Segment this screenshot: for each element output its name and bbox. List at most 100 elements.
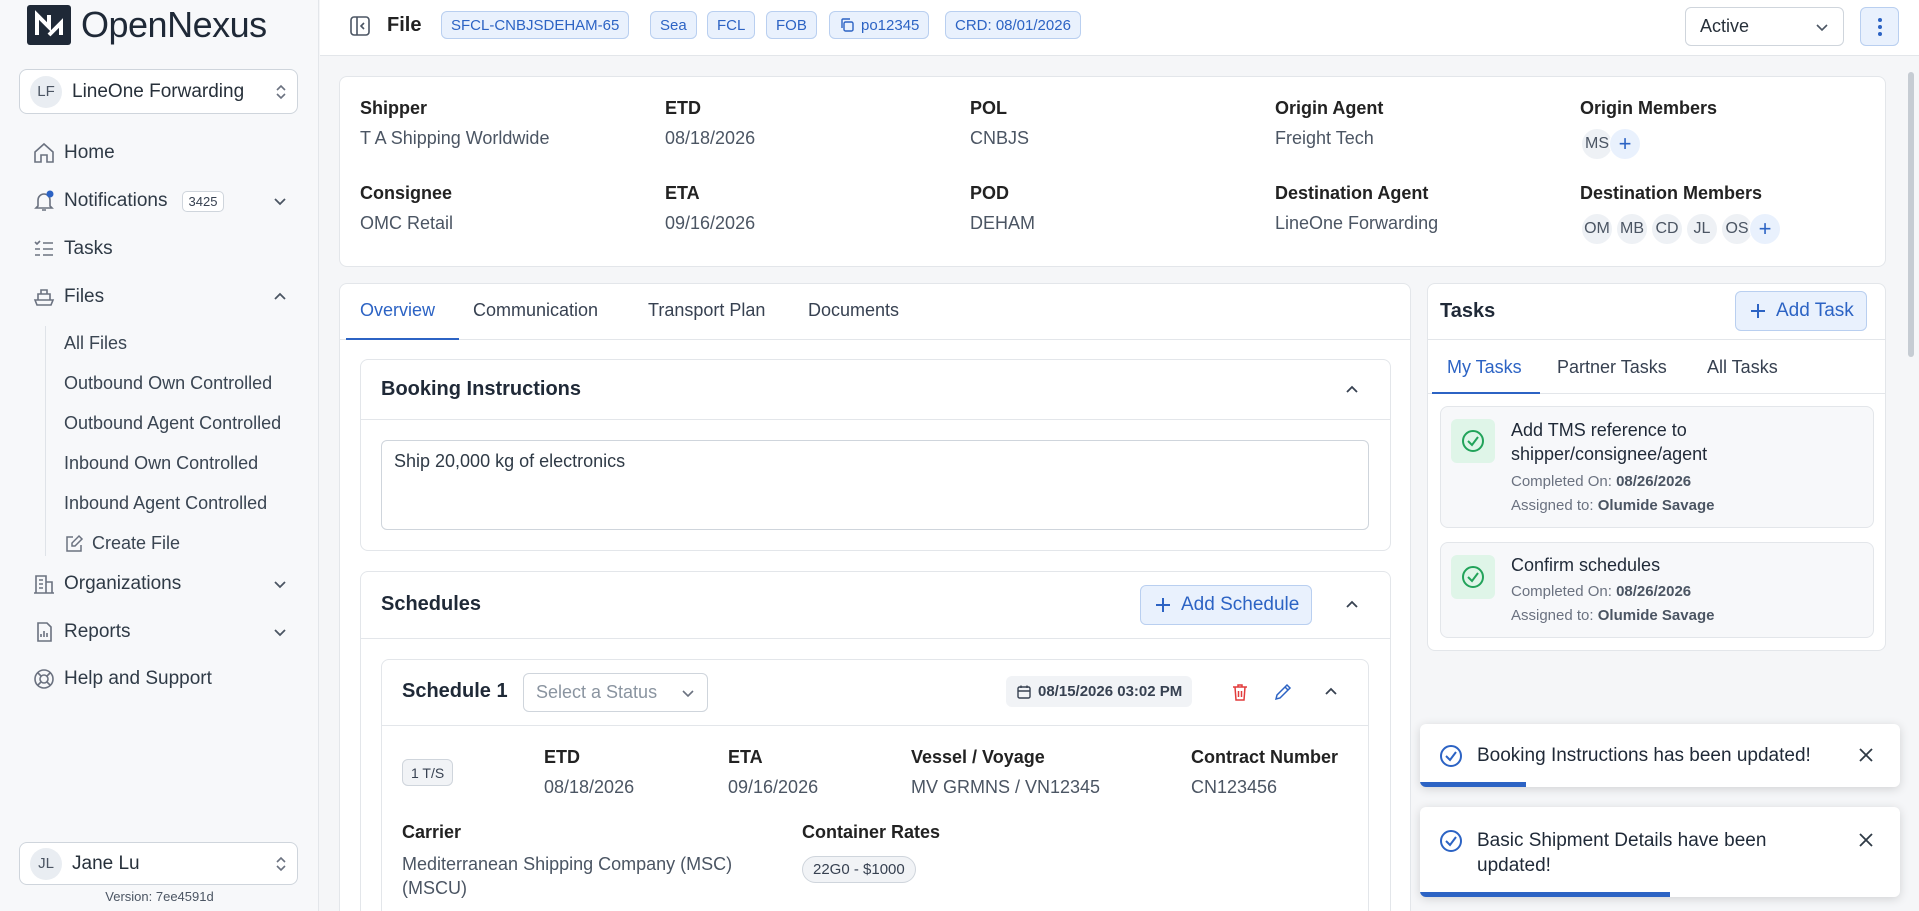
user-avatar: JL [30,847,62,880]
kebab-icon [1877,17,1882,36]
divider [1428,339,1885,340]
member-avatar[interactable]: JL [1686,213,1718,245]
nexus-logo-icon [27,5,71,45]
sidebar-item-notifications[interactable]: Notifications 3425 [32,186,288,216]
sidebar-item-home[interactable]: Home [32,138,288,168]
divider [382,725,1368,726]
schedule-etd-value: 08/18/2026 [544,777,635,797]
collapse-sidebar-icon[interactable] [348,14,372,38]
tab-communication[interactable]: Communication [473,300,598,321]
sidebar-subitem-outbound-own[interactable]: Outbound Own Controlled [64,373,294,394]
tab-partner-tasks[interactable]: Partner Tasks [1557,357,1667,378]
tab-all-tasks[interactable]: All Tasks [1707,357,1778,378]
report-icon [32,620,56,644]
active-tab-indicator [1432,392,1540,394]
page-title: File [387,14,422,36]
add-schedule-label: Add Schedule [1181,594,1300,615]
sidebar-item-label: Notifications [64,190,168,211]
task-item[interactable]: Add TMS reference to shipper/consignee/a… [1440,406,1874,528]
sidebar-item-organizations[interactable]: Organizations [32,569,288,599]
task-item[interactable]: Confirm schedules Completed On: 08/26/20… [1440,542,1874,638]
sidebar-item-label: Reports [64,621,131,642]
consignee-value: OMC Retail [360,213,454,233]
plus-icon [1751,304,1765,318]
toast-message: Booking Instructions has been updated! [1477,745,1811,766]
add-destination-member-button[interactable]: + [1749,213,1781,245]
shipper-value: T A Shipping Worldwide [360,128,550,148]
building-icon [32,572,56,596]
add-origin-member-button[interactable]: + [1609,128,1641,160]
task-assigned-to: Assigned to: Olumide Savage [1511,607,1714,624]
schedule-status-placeholder: Select a Status [536,682,658,702]
assigned-label: Assigned to: [1511,497,1594,514]
completed-date: 08/26/2026 [1616,583,1692,600]
tab-overview[interactable]: Overview [360,300,435,321]
container-rates-label: Container Rates [802,822,941,842]
sidebar-item-reports[interactable]: Reports [32,617,288,647]
sidebar-item-tasks[interactable]: Tasks [32,234,288,264]
checklist-icon [32,237,56,261]
tab-my-tasks[interactable]: My Tasks [1447,357,1522,378]
subnav-divider [45,326,46,556]
tab-transport-plan[interactable]: Transport Plan [648,300,765,321]
etd-value: 08/18/2026 [665,128,756,148]
completed-label: Completed On: [1511,473,1612,490]
sidebar-subitem-inbound-agent[interactable]: Inbound Agent Controlled [64,493,294,514]
file-status-value: Active [1700,16,1750,36]
file-id-tag: SFCL-CNBJSDEHAM-65 [441,11,630,39]
lifebuoy-icon [32,667,56,691]
incoterm-tag: FOB [766,11,817,39]
app-logo[interactable]: OpenNexus [27,4,267,46]
edit-schedule-button[interactable] [1273,682,1293,702]
collapse-booking-button[interactable] [1343,381,1361,399]
sidebar-subitem-inbound-own[interactable]: Inbound Own Controlled [64,453,294,474]
tabs-divider [340,339,1410,340]
pol-label: POL [970,98,1008,118]
org-avatar: LF [30,75,62,108]
member-avatar[interactable]: CD [1651,213,1683,245]
completed-label: Completed On: [1511,583,1612,600]
sidebar-subitem-create-file[interactable]: Create File [64,533,294,554]
schedule-datetime: 08/15/2026 03:02 PM [1006,676,1193,707]
file-status-select[interactable]: Active [1685,7,1844,46]
close-icon [1859,833,1873,847]
page-scrollbar[interactable] [1908,72,1914,357]
collapse-schedule-button[interactable] [1322,683,1340,701]
sidebar-subitem-all-files[interactable]: All Files [64,333,294,354]
more-actions-button[interactable] [1860,7,1899,46]
tasks-title: Tasks [1440,300,1496,322]
mode-tag: Sea [650,11,697,39]
user-switcher[interactable]: JL Jane Lu [19,842,298,885]
sidebar: OpenNexus LF LineOne Forwarding Home Not… [0,0,319,911]
add-schedule-button[interactable]: Add Schedule [1140,585,1313,625]
org-switcher[interactable]: LF LineOne Forwarding [19,69,298,114]
sidebar-item-files[interactable]: Files [32,282,288,312]
schedule-status-select[interactable]: Select a Status [523,673,708,712]
carrier-label: Carrier [402,822,462,842]
add-task-button[interactable]: Add Task [1735,291,1867,331]
completed-date: 08/26/2026 [1616,473,1692,490]
booking-instructions-textarea[interactable]: Ship 20,000 kg of electronics [381,440,1369,530]
close-toast-button[interactable] [1856,830,1876,850]
sidebar-subitem-outbound-agent[interactable]: Outbound Agent Controlled [64,413,294,434]
check-circle-icon [1451,419,1495,463]
collapse-schedules-button[interactable] [1343,596,1361,614]
updown-chevron-icon [276,856,286,871]
user-name: Jane Lu [72,852,140,874]
chevron-up-icon [1325,687,1337,695]
crd-tag: CRD: 08/01/2026 [945,11,1081,39]
delete-schedule-button[interactable] [1230,682,1250,702]
sidebar-item-help[interactable]: Help and Support [32,664,288,694]
close-icon [1859,748,1873,762]
brand-open: Open [81,4,168,45]
pod-value: DEHAM [970,213,1036,233]
edit-icon [66,534,84,552]
po-tag[interactable]: po12345 [829,11,930,39]
member-avatar[interactable]: MB [1616,213,1648,245]
assignee-name: Olumide Savage [1597,497,1715,514]
tab-documents[interactable]: Documents [808,300,899,321]
member-avatar[interactable]: OM [1581,213,1613,245]
destination-agent-value: LineOne Forwarding [1275,213,1439,233]
close-toast-button[interactable] [1856,745,1876,765]
consignee-label: Consignee [360,183,453,203]
